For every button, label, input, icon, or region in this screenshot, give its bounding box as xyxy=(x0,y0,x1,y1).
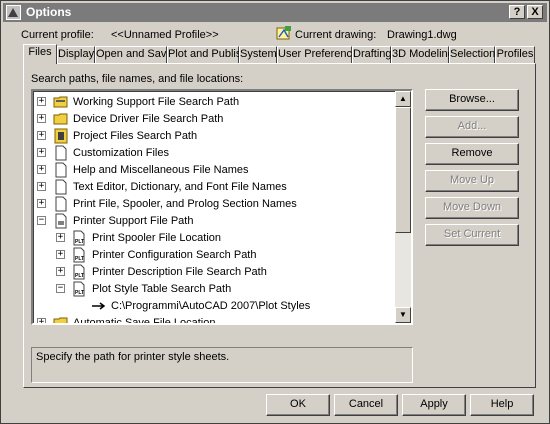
tree-item-label: Customization Files xyxy=(73,147,169,159)
tree-item-label: Help and Miscellaneous File Names xyxy=(73,164,249,176)
current-profile-value: <<Unnamed Profile>> xyxy=(111,29,219,41)
tab-user-preferences[interactable]: User Preferences xyxy=(277,46,364,63)
file-locations-tree[interactable]: + Working Support File Search Path + Dev… xyxy=(31,89,413,325)
folder-icon xyxy=(53,317,68,323)
tree-item-working-support[interactable]: + Working Support File Search Path xyxy=(33,94,393,111)
autocad-app-icon xyxy=(6,5,21,20)
svg-text:PLT: PLT xyxy=(75,273,84,279)
tab-plot-and-publish[interactable]: Plot and Publish xyxy=(167,46,248,63)
plt-icon: PLT xyxy=(73,230,85,246)
ok-button[interactable]: OK xyxy=(266,394,330,416)
tree-item-printer-config[interactable]: + PLT Printer Configuration Search Path xyxy=(33,247,393,264)
drawing-icon xyxy=(276,26,291,40)
tab-display[interactable]: Display xyxy=(57,46,95,63)
help-title-button[interactable]: ? xyxy=(509,5,525,19)
expand-plus-icon[interactable]: + xyxy=(37,97,46,106)
help-button[interactable]: Help xyxy=(470,394,534,416)
tree-item-help-misc[interactable]: + Help and Miscellaneous File Names xyxy=(33,162,393,179)
tree-item-print-spooler[interactable]: + PLT Print Spooler File Location xyxy=(33,230,393,247)
tree-item-plot-style-table[interactable]: − PLT Plot Style Table Search Path xyxy=(33,281,393,298)
expand-plus-icon[interactable]: + xyxy=(37,114,46,123)
project-icon xyxy=(54,128,68,144)
tree-scrollbar[interactable]: ▲ ▼ xyxy=(395,91,411,323)
folder-icon xyxy=(53,96,68,108)
collapse-minus-icon[interactable]: − xyxy=(37,216,46,225)
expand-plus-icon[interactable]: + xyxy=(37,131,46,140)
tree-item-printer-description[interactable]: + PLT Printer Description File Search Pa… xyxy=(33,264,393,281)
tab-open-and-save[interactable]: Open and Save xyxy=(95,46,172,63)
folder-icon xyxy=(53,113,68,125)
tree-item-label: Working Support File Search Path xyxy=(73,96,240,108)
tree-item-label: Printer Support File Path xyxy=(73,215,194,227)
expand-plus-icon[interactable]: + xyxy=(37,318,46,323)
apply-button[interactable]: Apply xyxy=(402,394,466,416)
add-button[interactable]: Add... xyxy=(425,116,519,138)
expand-plus-icon[interactable]: + xyxy=(37,148,46,157)
expand-plus-icon[interactable]: + xyxy=(56,250,65,259)
tree-item-autosave[interactable]: + Automatic Save File Location xyxy=(33,315,393,325)
tab-3d-modeling[interactable]: 3D Modeling xyxy=(391,46,454,63)
tab-files[interactable]: Files xyxy=(23,44,57,64)
tab-drafting[interactable]: Drafting xyxy=(352,46,392,63)
tab-system[interactable]: System xyxy=(239,46,277,63)
tree-item-label: Print File, Spooler, and Prolog Section … xyxy=(73,198,297,210)
description-box: Specify the path for printer style sheet… xyxy=(31,347,413,383)
tree-item-label: Printer Description File Search Path xyxy=(92,266,267,278)
remove-button[interactable]: Remove xyxy=(425,143,519,165)
scroll-down-button[interactable]: ▼ xyxy=(395,307,411,323)
plt-icon: PLT xyxy=(73,264,85,280)
plt-icon: PLT xyxy=(73,247,85,263)
tree-item-label: Automatic Save File Location xyxy=(73,317,216,325)
set-current-button[interactable]: Set Current xyxy=(425,224,519,246)
file-icon xyxy=(55,145,67,161)
tree-item-device-driver[interactable]: + Device Driver File Search Path xyxy=(33,111,393,128)
file-icon xyxy=(55,179,67,195)
search-paths-label: Search paths, file names, and file locat… xyxy=(31,73,244,85)
move-up-button[interactable]: Move Up xyxy=(425,170,519,192)
svg-text:PLT: PLT xyxy=(75,239,84,245)
tree-item-project-files[interactable]: + Project Files Search Path xyxy=(33,128,393,145)
tree-item-printer-support[interactable]: − Printer Support File Path xyxy=(33,213,393,230)
expand-plus-icon[interactable]: + xyxy=(56,267,65,276)
current-drawing-value: Drawing1.dwg xyxy=(387,29,457,41)
expand-plus-icon[interactable]: + xyxy=(37,165,46,174)
tree-item-label: Device Driver File Search Path xyxy=(73,113,224,125)
browse-button[interactable]: Browse... xyxy=(425,89,519,111)
svg-text:PLT: PLT xyxy=(75,256,84,262)
tree-item-customization[interactable]: + Customization Files xyxy=(33,145,393,162)
cancel-button[interactable]: Cancel xyxy=(334,394,398,416)
scroll-thumb[interactable] xyxy=(395,107,411,233)
file-icon xyxy=(55,162,67,178)
tree-item-label: Print Spooler File Location xyxy=(92,232,222,244)
arrow-icon xyxy=(92,302,106,310)
tree-item-print-file[interactable]: + Print File, Spooler, and Prolog Sectio… xyxy=(33,196,393,213)
window-title: Options xyxy=(26,5,72,19)
tree-item-label: C:\Programmi\AutoCAD 2007\Plot Styles xyxy=(111,300,311,312)
svg-text:PLT: PLT xyxy=(75,290,84,296)
tree-item-plot-styles-path[interactable]: C:\Programmi\AutoCAD 2007\Plot Styles xyxy=(33,298,393,315)
expand-plus-icon[interactable]: + xyxy=(56,233,65,242)
move-down-button[interactable]: Move Down xyxy=(425,197,519,219)
tab-selection[interactable]: Selection xyxy=(449,46,495,63)
options-dialog: Options ? X Current profile: <<Unnamed P… xyxy=(0,0,550,424)
tree-item-label: Project Files Search Path xyxy=(73,130,198,142)
collapse-minus-icon[interactable]: − xyxy=(56,284,65,293)
description-text: Specify the path for printer style sheet… xyxy=(36,351,230,363)
printer-folder-icon xyxy=(55,213,67,229)
close-title-button[interactable]: X xyxy=(527,5,543,19)
plt-icon: PLT xyxy=(73,281,85,297)
tab-profiles[interactable]: Profiles xyxy=(495,46,535,63)
tree-item-label: Text Editor, Dictionary, and Font File N… xyxy=(73,181,287,193)
expand-plus-icon[interactable]: + xyxy=(37,182,46,191)
tree-item-text-editor[interactable]: + Text Editor, Dictionary, and Font File… xyxy=(33,179,393,196)
scroll-up-button[interactable]: ▲ xyxy=(395,91,411,107)
expand-plus-icon[interactable]: + xyxy=(37,199,46,208)
tree-item-label: Printer Configuration Search Path xyxy=(92,249,257,261)
file-icon xyxy=(55,196,67,212)
current-profile-label: Current profile: xyxy=(21,29,94,41)
current-drawing-label: Current drawing: xyxy=(295,29,377,41)
tree-item-label: Plot Style Table Search Path xyxy=(92,283,232,295)
title-bar[interactable]: Options ? X xyxy=(3,3,547,22)
